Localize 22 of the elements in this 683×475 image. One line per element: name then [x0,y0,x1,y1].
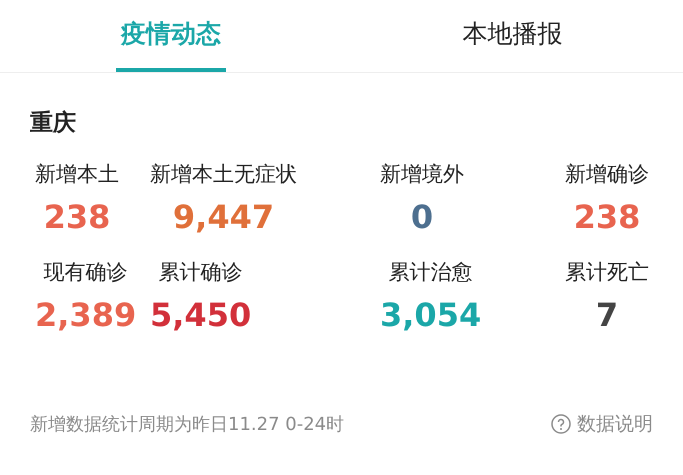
stat-label: 累计死亡 [565,259,649,286]
stat-value: 238 [44,198,110,236]
stat-label: 新增境外 [380,161,464,188]
stat-label: 新增确诊 [565,161,649,188]
stat-value: 2,389 [35,296,136,334]
stat-label: 新增本土无症状 [150,161,297,188]
tab[interactable]: 疫情动态 [0,0,342,72]
tab[interactable]: 本地播报 [342,0,683,72]
region-title: 重庆 [30,109,77,138]
stat-value: 3,054 [380,296,482,334]
stat-value: 9,447 [172,198,274,236]
help-icon [551,414,571,434]
help-link[interactable]: 数据说明 [551,411,653,437]
stat-label: 现有确诊 [44,259,128,286]
stat-value: 7 [596,296,618,334]
footer-note: 新增数据统计周期为昨日11.27 0-24时 [30,413,344,436]
stat-value: 5,450 [150,296,252,334]
stat-label: 累计治愈 [388,259,473,286]
stat-label: 新增本土 [35,161,119,188]
stat-value: 0 [410,198,434,236]
stat-label: 累计确诊 [158,259,243,286]
stat-value: 238 [574,198,640,236]
